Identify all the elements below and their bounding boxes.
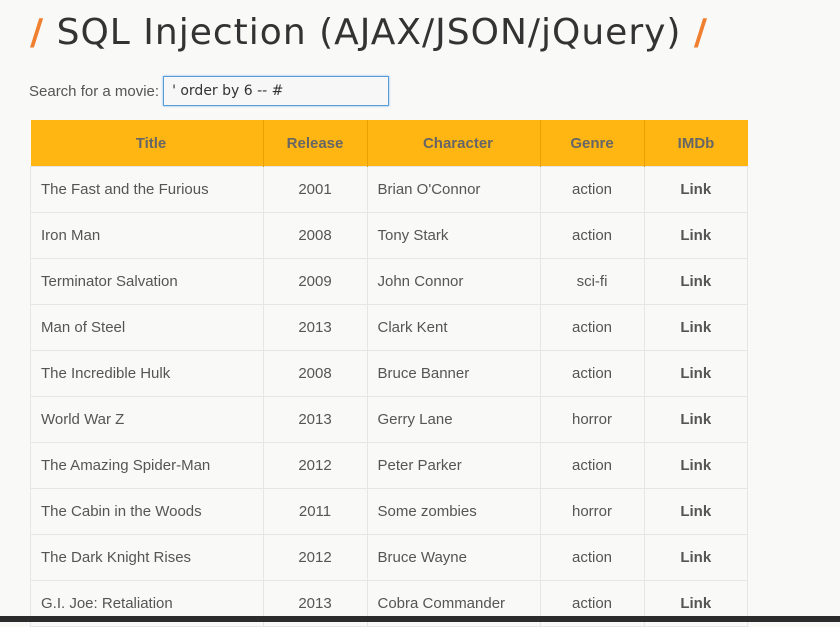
- imdb-link[interactable]: Link: [680, 273, 711, 290]
- search-form: Search for a movie:: [29, 74, 390, 108]
- cell-character: Peter Parker: [366, 442, 541, 489]
- imdb-link[interactable]: Link: [680, 181, 711, 198]
- cell-title: The Dark Knight Rises: [30, 534, 264, 581]
- col-header-release: Release: [263, 120, 368, 167]
- table-row: The Fast and the Furious 2001 Brian O'Co…: [30, 166, 748, 213]
- cell-genre: action: [539, 442, 645, 489]
- cell-imdb: Link: [643, 304, 748, 351]
- cell-genre: action: [539, 212, 645, 259]
- cell-release: 2011: [262, 488, 368, 535]
- imdb-link[interactable]: Link: [680, 365, 711, 382]
- cell-title: Man of Steel: [30, 304, 264, 351]
- cell-character: Brian O'Connor: [366, 166, 541, 213]
- cell-genre: action: [539, 166, 645, 213]
- cell-genre: action: [539, 304, 645, 351]
- imdb-link[interactable]: Link: [680, 319, 711, 336]
- cell-release: 2009: [262, 258, 368, 305]
- cell-title: The Amazing Spider-Man: [30, 442, 264, 489]
- cell-release: 2012: [262, 534, 368, 581]
- movies-table: Title Release Character Genre IMDb The F…: [30, 120, 748, 627]
- cell-title: The Fast and the Furious: [30, 166, 264, 213]
- table-row: The Incredible Hulk 2008 Bruce Banner ac…: [30, 350, 748, 397]
- cell-title: World War Z: [30, 396, 264, 443]
- cell-imdb: Link: [643, 534, 748, 581]
- cell-character: Bruce Wayne: [366, 534, 541, 581]
- cell-release: 2001: [262, 166, 368, 213]
- cell-character: Clark Kent: [366, 304, 541, 351]
- imdb-link[interactable]: Link: [680, 503, 711, 520]
- search-label: Search for a movie:: [29, 82, 160, 100]
- cell-release: 2008: [262, 350, 368, 397]
- table-row: The Cabin in the Woods 2011 Some zombies…: [30, 488, 748, 535]
- cell-imdb: Link: [643, 166, 748, 213]
- imdb-link[interactable]: Link: [680, 549, 711, 566]
- cell-imdb: Link: [643, 212, 748, 259]
- table-row: World War Z 2013 Gerry Lane horror Link: [30, 396, 748, 443]
- cell-imdb: Link: [643, 350, 748, 397]
- cell-title: The Cabin in the Woods: [30, 488, 264, 535]
- search-input[interactable]: [163, 76, 390, 106]
- cell-release: 2012: [262, 442, 368, 489]
- col-header-title: Title: [30, 120, 264, 167]
- cell-character: John Connor: [366, 258, 541, 305]
- table-header-row: Title Release Character Genre IMDb: [30, 120, 748, 167]
- cell-genre: action: [539, 534, 645, 581]
- cell-imdb: Link: [643, 258, 748, 305]
- cell-release: 2013: [262, 396, 368, 443]
- heading-slash-left: /: [30, 12, 45, 53]
- table-row: Iron Man 2008 Tony Stark action Link: [30, 212, 748, 259]
- cell-genre: horror: [539, 396, 645, 443]
- cell-imdb: Link: [643, 488, 748, 535]
- page-title: SQL Injection (AJAX/JSON/jQuery): [56, 12, 682, 53]
- imdb-link[interactable]: Link: [680, 227, 711, 244]
- table-row: Man of Steel 2013 Clark Kent action Link: [30, 304, 748, 351]
- cell-character: Gerry Lane: [366, 396, 541, 443]
- cell-character: Tony Stark: [366, 212, 541, 259]
- cell-character: Bruce Banner: [366, 350, 541, 397]
- imdb-link[interactable]: Link: [680, 411, 711, 428]
- cell-release: 2008: [262, 212, 368, 259]
- cell-imdb: Link: [643, 396, 748, 443]
- table-row: The Dark Knight Rises 2012 Bruce Wayne a…: [30, 534, 748, 581]
- col-header-genre: Genre: [540, 120, 645, 167]
- page-heading: / SQL Injection (AJAX/JSON/jQuery) /: [30, 8, 708, 58]
- cell-title: The Incredible Hulk: [30, 350, 264, 397]
- cell-genre: sci-fi: [539, 258, 645, 305]
- cell-title: Iron Man: [30, 212, 264, 259]
- cell-genre: action: [539, 350, 645, 397]
- col-header-character: Character: [367, 120, 541, 167]
- cell-imdb: Link: [643, 442, 748, 489]
- imdb-link[interactable]: Link: [680, 457, 711, 474]
- heading-slash-right: /: [693, 12, 709, 53]
- bottom-bar: [0, 616, 840, 622]
- cell-title: Terminator Salvation: [30, 258, 264, 305]
- table-row: Terminator Salvation 2009 John Connor sc…: [30, 258, 748, 305]
- cell-character: Some zombies: [366, 488, 541, 535]
- cell-release: 2013: [262, 304, 368, 351]
- imdb-link[interactable]: Link: [680, 595, 711, 612]
- col-header-imdb: IMDb: [644, 120, 748, 167]
- cell-genre: horror: [539, 488, 645, 535]
- table-row: The Amazing Spider-Man 2012 Peter Parker…: [30, 442, 748, 489]
